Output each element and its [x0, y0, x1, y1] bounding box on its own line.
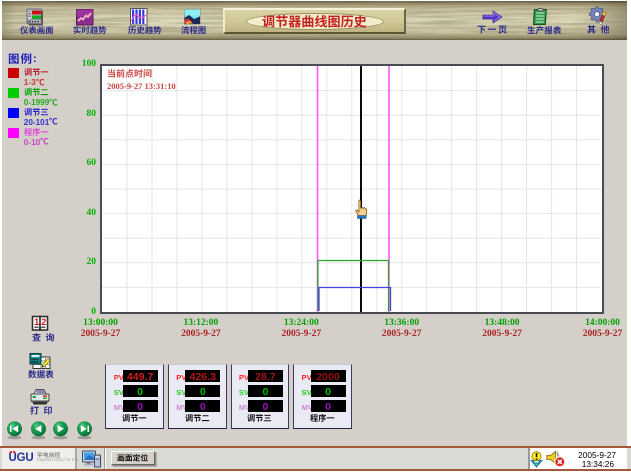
svg-text:1: 1: [34, 317, 39, 327]
svg-text:2: 2: [41, 317, 46, 327]
